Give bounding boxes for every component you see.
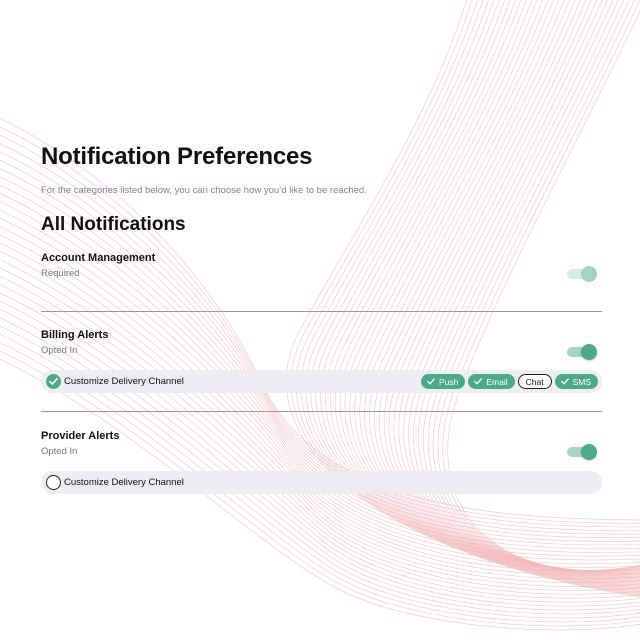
channel-pill-label: Email — [486, 376, 508, 387]
provider-customize-checkbox[interactable] — [46, 475, 61, 490]
toggle-knob — [581, 266, 597, 282]
category-name: Billing Alerts — [41, 329, 109, 341]
customize-delivery-label: Customize Delivery Channel — [64, 376, 184, 387]
billing-alerts-toggle[interactable] — [567, 344, 597, 360]
page-subtitle: For the categories listed below, you can… — [41, 185, 367, 196]
background-wave-line — [0, 275, 640, 591]
customize-delivery-label: Customize Delivery Channel — [64, 477, 184, 488]
category-status: Opted In — [41, 446, 78, 457]
billing-customize-delivery-row: Customize Delivery Channel Push Email Ch… — [41, 370, 602, 393]
channel-pill-label: Push — [438, 376, 459, 387]
channel-pill-label: SMS — [572, 376, 591, 387]
check-icon — [560, 378, 569, 385]
category-name: Account Management — [41, 252, 156, 264]
divider — [41, 311, 602, 312]
channel-pill-label: Chat — [525, 376, 544, 387]
background-wave-line — [0, 242, 640, 576]
channel-pill-sms[interactable]: SMS — [554, 374, 598, 389]
check-icon — [427, 378, 435, 385]
channel-pill-email[interactable]: Email — [468, 374, 515, 389]
background-wave-line — [310, 0, 640, 592]
channel-pills: Push Email Chat SMS — [420, 374, 598, 389]
account-management-toggle[interactable] — [567, 266, 597, 282]
background-wave-line — [330, 0, 640, 588]
toggle-knob — [581, 444, 597, 460]
section-title: All Notifications — [41, 214, 186, 235]
background-wave-lines — [0, 0, 640, 631]
billing-customize-checkbox[interactable] — [46, 374, 61, 389]
check-icon — [474, 378, 483, 385]
background-wave-line — [334, 0, 640, 587]
divider — [41, 411, 602, 412]
background-wave-line — [344, 0, 640, 585]
background-wave-line — [0, 193, 640, 553]
toggle-knob — [581, 344, 597, 360]
provider-customize-delivery-row: Customize Delivery Channel — [41, 471, 602, 494]
channel-pill-push[interactable]: Push — [420, 374, 466, 389]
channel-pill-chat[interactable]: Chat — [517, 374, 552, 389]
page-title: Notification Preferences — [41, 143, 313, 170]
background-wave-line — [290, 0, 640, 597]
check-icon — [49, 378, 58, 385]
category-status: Required — [41, 268, 80, 279]
provider-alerts-toggle[interactable] — [567, 444, 597, 460]
category-name: Provider Alerts — [41, 430, 120, 442]
category-status: Opted In — [41, 345, 78, 356]
